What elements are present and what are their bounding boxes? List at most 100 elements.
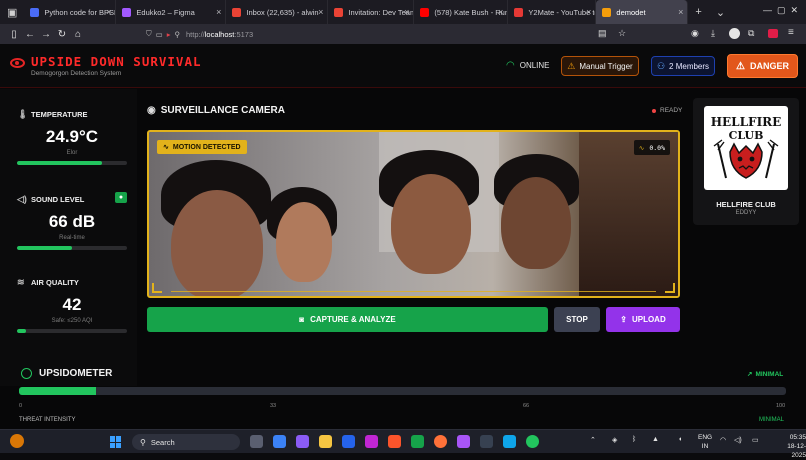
danger-button[interactable]: ⚠ DANGER [727,54,798,78]
teams-icon[interactable] [296,435,309,448]
air-quality-bar-fill [17,329,26,333]
task-view-icon[interactable] [250,435,263,448]
camera-feed[interactable]: ∿ MOTION DETECTED ∿ 0.0% [147,130,680,298]
bookmark-star-icon[interactable]: ☆ [618,28,626,39]
bluetooth-icon[interactable]: ᛒ [632,436,636,443]
browser-nav-bar: ▯ ← → ↻ ⌂ ⛉ ▭ ▸ ⚲ http://localhost:5173 … [0,24,806,44]
back-icon[interactable]: ← [22,29,38,40]
store-icon[interactable] [342,435,355,448]
temperature-caption: Elor [66,150,78,156]
whatsapp-icon[interactable] [526,435,539,448]
forward-icon[interactable]: → [38,29,54,40]
battery-icon[interactable]: ▭ [752,436,759,444]
recording-extension-icon[interactable] [768,29,778,38]
permissions-icon[interactable]: ⚲ [174,30,180,39]
browser-tab[interactable]: Inbox (22,635) - alwin × [226,0,329,24]
feed-background [579,132,678,296]
system-clock[interactable]: 05:35 18-12-2025 [779,433,806,460]
volume-tray-icon[interactable]: ◖ [678,436,682,443]
speaker-tray-icon[interactable]: ◁) [734,436,742,444]
screenshot-icon[interactable]: ◉ [691,28,699,39]
sound-caption: Real-time [59,235,85,241]
weather-icon[interactable] [10,434,24,448]
new-tab-button[interactable]: + [695,6,701,18]
tab-list-icon[interactable]: ▣ [7,6,17,19]
file-explorer-icon[interactable] [319,435,332,448]
upsidometer-tick: 33 [270,403,277,409]
close-icon[interactable]: × [318,7,323,17]
downloads-icon[interactable]: ⤓ [711,28,715,39]
tray-app-icon[interactable]: ◈ [612,436,617,444]
close-icon[interactable]: × [216,7,221,17]
brave-icon[interactable] [388,435,401,448]
person-silhouette [171,190,263,296]
url-host: localhost [204,29,235,39]
wifi-tray-icon[interactable]: ◠ [720,436,726,444]
tray-overflow-icon[interactable]: ⌃ [590,436,596,444]
xbox-icon[interactable] [411,435,424,448]
air-quality-label: AIR QUALITY [31,278,79,287]
page-icon: ▭ [155,29,163,39]
language-indicator[interactable]: ENG IN [698,433,712,451]
account-icon[interactable] [729,28,740,39]
widgets-icon[interactable] [273,435,286,448]
sidebar-toggle-icon[interactable]: ▯ [6,29,22,40]
stop-button[interactable]: STOP [554,307,600,332]
speaker-icon: ◁) [17,194,27,204]
region-label: IN [701,443,709,450]
close-icon[interactable]: × [586,7,591,17]
app-icon[interactable] [457,435,470,448]
members-button[interactable]: ⚇ 2 Members [651,56,715,76]
close-icon[interactable]: × [498,7,503,17]
upsidometer-track [19,387,786,395]
shield-icon[interactable]: ⛉ [146,29,152,39]
browser-tab[interactable]: Invitation: Dev Team S× [328,0,415,24]
close-icon[interactable]: × [106,7,111,17]
windows-taskbar: ⚲ Search ⌃ ◈ ᛒ ▲ ◖ ENG IN ◠ ◁) ▭ 05:35 1… [0,429,806,459]
hellfire-club-logo: HELLFIRE CLUB [704,106,788,190]
url-bar[interactable]: ⛉ ▭ ▸ ⚲ http://localhost:5173 [146,29,253,39]
browser-tab[interactable]: Y2Mate - YouTube to M× [508,0,597,24]
terminal-icon[interactable] [480,435,493,448]
microphone-icon[interactable]: ● [115,192,127,203]
camera-indicator-icon[interactable]: ▸ [167,30,171,39]
extensions-icon[interactable]: ⧉ [748,28,754,39]
reader-view-icon[interactable]: ▤ [598,28,607,39]
club-name: HELLFIRE CLUB [716,200,776,209]
person-silhouette [391,174,471,274]
tab-favicon [602,7,612,17]
home-icon[interactable]: ⌂ [70,29,86,40]
motion-percent-badge: ∿ 0.0% [633,140,670,155]
menu-icon[interactable]: ≡ [788,27,794,38]
app-icon[interactable] [365,435,378,448]
tab-favicon [514,7,524,17]
taskbar-search[interactable]: ⚲ Search [132,434,240,450]
browser-tab[interactable]: Edukko2 – Figma × [116,0,227,24]
hellfire-logo-graphic: HELLFIRE CLUB [711,115,781,179]
sound-bar [17,246,127,250]
close-icon[interactable]: × [404,7,409,17]
reload-icon[interactable]: ↻ [54,29,70,40]
trend-up-icon: ↗ [747,371,753,378]
club-member: EDDYY [735,210,757,216]
firefox-icon[interactable] [434,435,447,448]
close-icon[interactable]: × [678,7,683,17]
browser-tab[interactable]: Python code for BPSK × [24,0,117,24]
sensor-sidebar: 🌡︎ TEMPERATURE 24.9°C Elor ◁) SOUND LEVEL … [0,89,137,386]
vscode-icon[interactable] [503,435,516,448]
members-label: 2 Members [669,61,710,71]
browser-tab[interactable]: (578) Kate Bush - Runn × [414,0,509,24]
tab-favicon [334,7,344,17]
browser-tab-active[interactable]: demodet × [596,0,689,24]
chevron-down-icon[interactable]: ⌄ [716,6,725,19]
tab-favicon [30,7,40,17]
tray-app-icon[interactable]: ▲ [652,436,659,443]
tab-title: Edukko2 – Figma [136,7,195,17]
activity-icon: ∿ [163,144,169,151]
tab-favicon [420,7,430,17]
window-controls[interactable]: — ▢ ✕ [763,5,798,16]
upload-button[interactable]: ⇪ UPLOAD [606,307,680,332]
capture-analyze-button[interactable]: ◙ CAPTURE & ANALYZE [147,307,548,332]
manual-trigger-button[interactable]: ⚠ Manual Trigger [561,56,639,76]
windows-start-icon[interactable] [110,436,122,448]
